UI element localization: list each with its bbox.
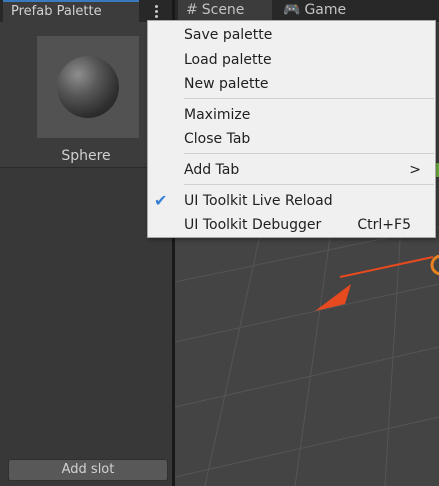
- menu-item-label: Load palette: [184, 52, 272, 68]
- context-menu: Save palette Load palette New palette Ma…: [147, 20, 436, 238]
- menu-item-label: Save palette: [184, 27, 273, 43]
- checkmark-icon: ✔: [154, 191, 168, 210]
- palette-tab-strip: Prefab Palette: [0, 0, 172, 22]
- palette-slot[interactable]: [37, 36, 139, 138]
- menu-item-label: Add Tab: [184, 162, 240, 178]
- scene-tab-strip: # Scene 🎮 Game: [175, 0, 439, 22]
- scene-grid-icon: #: [186, 2, 198, 18]
- sphere-preview-icon: [57, 56, 119, 118]
- menu-item-add-tab[interactable]: Add Tab >: [148, 158, 435, 182]
- tab-scene-label: Scene: [201, 2, 245, 18]
- more-options-icon[interactable]: [147, 2, 165, 20]
- tab-game-label: Game: [304, 2, 347, 18]
- menu-item-label: Close Tab: [184, 131, 251, 147]
- menu-item-label: UI Toolkit Live Reload: [184, 193, 333, 209]
- tab-scene[interactable]: # Scene: [178, 0, 272, 22]
- menu-separator: [184, 98, 434, 99]
- gizmo-center-icon[interactable]: [430, 254, 439, 276]
- menu-item-save-palette[interactable]: Save palette: [148, 23, 435, 47]
- menu-item-new-palette[interactable]: New palette: [148, 72, 435, 96]
- menu-item-close-tab[interactable]: Close Tab: [148, 127, 435, 151]
- menu-separator: [184, 184, 434, 185]
- menu-item-load-palette[interactable]: Load palette: [148, 48, 435, 72]
- tab-game[interactable]: 🎮 Game: [279, 0, 346, 22]
- menu-item-ui-toolkit-live-reload[interactable]: ✔ UI Toolkit Live Reload: [148, 189, 435, 213]
- menu-item-label: UI Toolkit Debugger: [184, 217, 322, 233]
- menu-shortcut: Ctrl+F5: [357, 217, 411, 233]
- tab-prefab-palette[interactable]: Prefab Palette: [3, 0, 139, 22]
- menu-item-maximize[interactable]: Maximize: [148, 103, 435, 127]
- menu-item-ui-toolkit-debugger[interactable]: UI Toolkit Debugger Ctrl+F5: [148, 213, 435, 237]
- menu-item-label: New palette: [184, 76, 269, 92]
- add-slot-button[interactable]: Add slot: [8, 459, 168, 481]
- menu-separator: [184, 153, 434, 154]
- x-axis-line: [339, 256, 434, 278]
- submenu-chevron-icon: >: [409, 162, 421, 178]
- menu-item-label: Maximize: [184, 107, 251, 123]
- game-controller-icon: 🎮: [283, 2, 301, 18]
